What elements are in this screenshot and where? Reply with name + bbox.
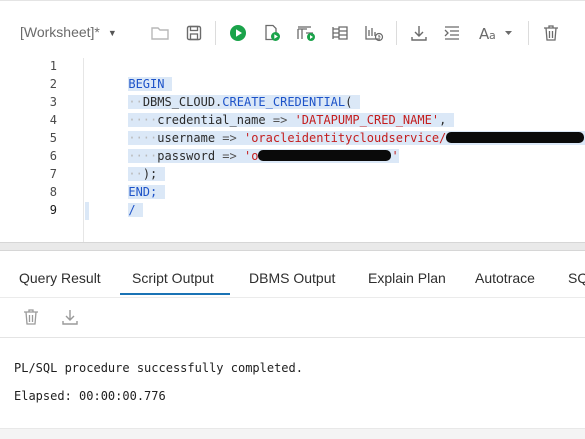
slash-terminator: / [128, 203, 136, 217]
arrow-operator: => [222, 149, 237, 163]
code-line-8: / [85, 183, 143, 217]
clear-icon[interactable] [540, 22, 562, 44]
line-number: 9 [49, 203, 57, 217]
pane-splitter[interactable] [0, 242, 585, 251]
script-output-panel: PL/SQL procedure successfully completed.… [0, 337, 585, 439]
worksheet-selector[interactable]: [Worksheet]* ▼ [14, 17, 123, 47]
line-number: 3 [49, 95, 57, 109]
format-icon[interactable] [441, 22, 463, 44]
code-line-1: BEGIN [85, 58, 172, 91]
line-number-gutter: 1 2 3 4 5 6 7 8 9 [0, 58, 84, 242]
explain-plan-icon[interactable] [295, 22, 317, 44]
line-number: 5 [49, 131, 57, 145]
worksheet-toolbar: [Worksheet]* ▼ Aa [0, 0, 585, 58]
tab-query-result[interactable]: Query Result [19, 251, 101, 297]
chevron-down-icon: ▼ [107, 27, 117, 38]
output-message: PL/SQL procedure successfully completed. [14, 361, 303, 375]
save-icon[interactable] [183, 22, 205, 44]
status-bar [0, 428, 585, 439]
toolbar-separator [396, 21, 397, 45]
toolbar-separator [528, 21, 529, 45]
tab-sql-history[interactable]: SQ [568, 251, 585, 297]
svg-text:a: a [489, 29, 496, 42]
font-size-icon[interactable]: Aa [478, 22, 518, 44]
line-number: 1 [49, 59, 57, 73]
code-line-4: ····username => 'oracleidentitycloudserv… [85, 111, 585, 145]
tab-dbms-output[interactable]: DBMS Output [249, 251, 335, 297]
code-line-7: END; [85, 165, 165, 199]
download-icon[interactable] [408, 22, 430, 44]
password-value: 'o [243, 149, 259, 163]
clear-output-icon[interactable] [20, 306, 42, 328]
code-line-6: ··); [85, 147, 165, 181]
text-cursor-line [85, 202, 89, 220]
sql-editor[interactable]: 1 2 3 4 5 6 7 8 9 BEGIN ··DBMS_CLOUD.CRE… [0, 58, 585, 242]
autotrace-icon[interactable] [329, 22, 351, 44]
elapsed-time: Elapsed: 00:00:00.776 [14, 389, 166, 403]
tab-explain-plan[interactable]: Explain Plan [368, 251, 446, 297]
open-folder-icon[interactable] [149, 22, 171, 44]
worksheet-label: [Worksheet]* [20, 24, 100, 40]
tab-autotrace[interactable]: Autotrace [475, 251, 535, 297]
download-output-icon[interactable] [59, 306, 81, 328]
redacted-password [258, 150, 392, 161]
run-statement-icon[interactable] [227, 22, 249, 44]
run-script-icon[interactable] [261, 22, 283, 44]
line-number: 8 [49, 185, 57, 199]
line-number: 2 [49, 77, 57, 91]
sql-history-icon[interactable] [363, 22, 385, 44]
line-number: 7 [49, 167, 57, 181]
line-number: 6 [49, 149, 57, 163]
toolbar-separator [215, 21, 216, 45]
output-tabs: Query Result Script Output DBMS Output E… [0, 251, 585, 297]
param-password: password [157, 149, 216, 163]
tab-script-output[interactable]: Script Output [120, 251, 230, 297]
redacted-username [446, 132, 585, 143]
code-line-5: ····password => 'o ' [128, 149, 399, 163]
line-number: 4 [49, 113, 57, 127]
string-quote: ' [391, 149, 399, 163]
code-line-2: ··DBMS_CLOUD.CREATE_CREDENTIAL( [85, 75, 360, 109]
code-line-3: ····credential_name => 'DATAPUMP_CRED_NA… [85, 93, 454, 127]
code-area[interactable]: BEGIN ··DBMS_CLOUD.CREATE_CREDENTIAL( ··… [85, 58, 585, 242]
output-toolbar [0, 297, 585, 337]
